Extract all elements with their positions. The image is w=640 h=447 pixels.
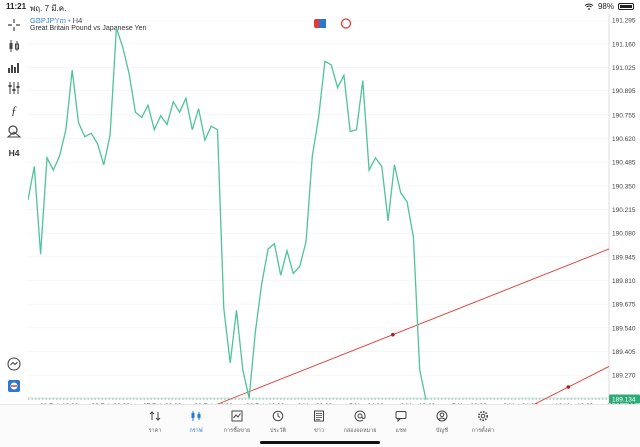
price-chart[interactable]: 191.295 191.160 191.025 190.895 190.755 190.6…: [28, 14, 640, 413]
objects-icon[interactable]: [6, 123, 22, 139]
indicators-icon[interactable]: [6, 80, 22, 96]
trade-panel-icon[interactable]: [6, 356, 22, 372]
tab-label: บัญชี: [436, 428, 448, 434]
price-line: [28, 27, 427, 400]
tab-label: ราคา: [148, 428, 162, 434]
price-tick-label: 191.295: [612, 18, 636, 25]
home-indicator: [260, 441, 380, 444]
price-tick-label: 191.160: [612, 41, 636, 48]
chat-icon: [394, 409, 408, 423]
crosshair-icon[interactable]: [6, 17, 22, 33]
price-tick-label: 189.675: [612, 302, 636, 309]
settings-icon: [476, 409, 490, 423]
price-tick-label: 190.350: [612, 183, 636, 190]
trendline-anchor[interactable]: [391, 332, 395, 337]
svg-text:189.134: 189.134: [612, 396, 636, 403]
price-tick-label: 190.215: [612, 207, 636, 214]
tab-label: กราฟ: [189, 428, 203, 434]
status-bar: 11:21 พฤ. 7 มี.ค. 98%: [0, 0, 640, 14]
accounts-icon: [435, 409, 449, 423]
battery-percent: 98%: [597, 2, 614, 11]
tab-label: การซื้อขาย: [223, 428, 251, 434]
price-tick-label: 189.540: [612, 325, 636, 332]
mailbox-icon: [353, 409, 367, 423]
chart-icon: [189, 409, 203, 423]
trade-icon: [230, 409, 244, 423]
price-tick-label: 191.025: [612, 65, 636, 72]
status-time: 11:21: [6, 2, 27, 11]
tab-trade[interactable]: การซื้อขาย: [217, 409, 257, 435]
tab-quotes[interactable]: ราคา: [135, 409, 175, 435]
tab-chat[interactable]: แชท: [381, 409, 421, 435]
function-icon[interactable]: ƒ: [6, 102, 22, 118]
volume-bars-icon[interactable]: [6, 59, 22, 75]
wifi-icon: [584, 3, 594, 10]
trendline-anchor[interactable]: [566, 385, 571, 389]
buy-button-icon[interactable]: [319, 19, 326, 28]
tab-mailbox[interactable]: กล่องจดหมาย: [340, 409, 380, 435]
price-tick-label: 190.755: [612, 112, 636, 119]
tab-accounts[interactable]: บัญชี: [422, 409, 462, 435]
tab-label: ประวัติ: [269, 428, 287, 434]
price-tick-label: 190.620: [612, 136, 636, 143]
candlestick-icon[interactable]: [6, 38, 22, 54]
price-tick-label: 189.945: [612, 254, 636, 261]
one-click-trading-icon[interactable]: [6, 378, 22, 394]
depth-of-market-icon[interactable]: [340, 18, 352, 29]
history-icon: [271, 409, 285, 423]
tab-label: ข่าว: [314, 428, 324, 434]
left-toolbar: ƒ H4: [0, 14, 28, 394]
price-tick-label: 190.485: [612, 160, 636, 167]
price-tick-label: 189.810: [612, 278, 636, 285]
tab-label: การตั้งค่า: [471, 428, 495, 434]
price-tick-label: 189.270: [612, 373, 636, 380]
tab-news[interactable]: ข่าว: [299, 409, 339, 435]
status-right: 98%: [584, 2, 634, 11]
tab-label: แชท: [395, 428, 407, 434]
battery-icon: [618, 3, 634, 10]
tab-chart[interactable]: กราฟ: [176, 409, 216, 435]
tab-label: กล่องจดหมาย: [343, 428, 377, 434]
timeframe-button[interactable]: H4: [6, 145, 22, 161]
price-tick-label: 189.405: [612, 349, 636, 356]
price-tick-label: 190.080: [612, 231, 636, 238]
quotes-icon: [148, 409, 162, 423]
current-price-label: 189.134: [609, 394, 640, 404]
news-icon: [312, 409, 326, 423]
tab-settings[interactable]: การตั้งค่า: [463, 409, 503, 435]
tab-history[interactable]: ประวัติ: [258, 409, 298, 435]
price-tick-label: 190.895: [612, 88, 636, 95]
